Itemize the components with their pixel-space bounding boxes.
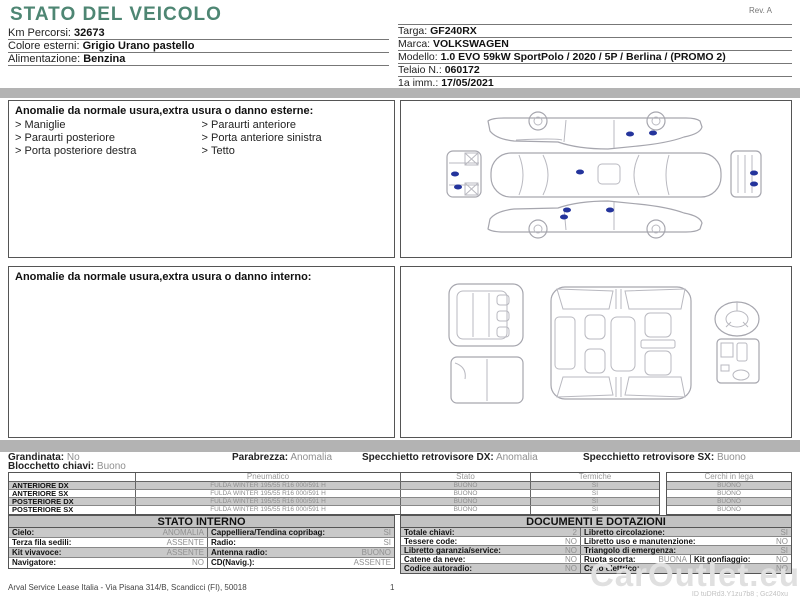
model-row: Modello: 1.0 EVO 59kW SportPolo / 2020 /… [398, 51, 792, 64]
alloy-wheel-row: BUONO [667, 490, 791, 498]
table-row: Cielo:ANOMALIA Cappelliera/Tendina copri… [9, 528, 394, 538]
watermark-id-text: ID tuDRd3.Y1zu7b8 ; Gc240xu [692, 591, 788, 598]
rear-seat-back-view [449, 284, 523, 346]
alloy-wheels-table: Cerchi in lega BUONO BUONO BUONO BUONO [666, 472, 792, 515]
documents-equipment-title: DOCUMENTI E DOTAZIONI [401, 516, 791, 528]
anomaly-item: > Maniglie [15, 119, 202, 132]
alloy-wheel-row: BUONO [667, 506, 791, 514]
interior-state-table: STATO INTERNO Cielo:ANOMALIA Cappelliera… [8, 515, 395, 569]
km-row: Km Percorsi: 32673 [8, 27, 389, 40]
car-side-view-bottom [488, 201, 702, 238]
table-row: Totale chiavi:2 Libretto circolazione:SI [401, 528, 791, 537]
table-row: Libretto garanzia/service:NO Triangolo d… [401, 546, 791, 555]
tire-row: ANTERIORE DX FULDA WINTER 195/55 R16 000… [9, 482, 659, 490]
interior-car-diagram [401, 267, 791, 437]
chassis-row: Telaio N.: 060172 [398, 64, 792, 77]
dashboard-view [715, 302, 759, 383]
tire-table-header: Pneumatico Stato Termiche [9, 473, 659, 482]
interior-diagram-box [400, 266, 792, 438]
table-row: Kit vivavoce:ASSENTE Antenna radio:BUONO [9, 548, 394, 558]
brand-row: Marca: VOLKSWAGEN [398, 38, 792, 51]
plate-row: Targa: GF240RX [398, 25, 792, 38]
footer-company-address: Arval Service Lease Italia - Via Pisana … [8, 583, 247, 592]
footer-page-number: 1 [390, 583, 394, 592]
page-title: STATO DEL VEICOLO [10, 4, 222, 26]
caroutlet-watermark: CarOutlet.eu [590, 556, 800, 594]
anomaly-item: > Porta posteriore destra [15, 145, 202, 158]
car-side-view-top [488, 112, 702, 149]
color-row: Colore esterni: Grigio Urano pastello [8, 40, 389, 53]
tire-table: Pneumatico Stato Termiche ANTERIORE DX F… [8, 472, 660, 515]
exterior-anomalies-box: Anomalie da normale usura,extra usura o … [8, 100, 395, 258]
damage-markers-exterior [451, 131, 758, 220]
interior-anomalies-box: Anomalie da normale usura,extra usura o … [8, 266, 395, 438]
trunk-view [451, 357, 523, 403]
tire-row: ANTERIORE SX FULDA WINTER 195/55 R16 000… [9, 490, 659, 498]
revision-label: Rev. A [749, 6, 772, 15]
interior-state-title: STATO INTERNO [9, 516, 394, 528]
mirror-dx-status: Specchietto retrovisore DX: Anomalia [362, 452, 538, 463]
windshield-status: Parabrezza: Anomalia [232, 452, 332, 463]
key-lock-status: Blocchetto chiavi: Buono [8, 461, 126, 472]
separator-band-top [0, 88, 800, 98]
table-row: Terza fila sedili:ASSENTE Radio:SI [9, 538, 394, 548]
anomaly-item: > Paraurti anteriore [202, 119, 389, 132]
table-row: Navigatore:NO CD(Navig.):ASSENTE [9, 558, 394, 568]
exterior-car-diagram [401, 101, 791, 257]
vehicle-summary-right: Targa: GF240RX Marca: VOLKSWAGEN Modello… [398, 24, 792, 90]
vehicle-summary-left: Km Percorsi: 32673 Colore esterni: Grigi… [8, 27, 389, 66]
alloy-wheels-header: Cerchi in lega [667, 473, 791, 482]
exterior-anomalies-list: > Maniglie > Paraurti posteriore > Porta… [9, 119, 394, 158]
anomaly-item: > Tetto [202, 145, 389, 158]
anomaly-item: > Paraurti posteriore [15, 132, 202, 145]
alloy-wheel-row: BUONO [667, 498, 791, 506]
tire-row: POSTERIORE SX FULDA WINTER 195/55 R16 00… [9, 506, 659, 514]
anomaly-item: > Porta anteriore sinistra [202, 132, 389, 145]
cabin-plan-view [551, 287, 691, 399]
separator-band-bottom [0, 440, 800, 452]
exterior-anomalies-title: Anomalie da normale usura,extra usura o … [9, 101, 394, 119]
vehicle-status-report-page: STATO DEL VEICOLO Rev. A Km Percorsi: 32… [0, 0, 800, 600]
exterior-diagram-box [400, 100, 792, 258]
tire-row: POSTERIORE DX FULDA WINTER 195/55 R16 00… [9, 498, 659, 506]
mirror-sx-status: Specchietto retrovisore SX: Buono [583, 452, 746, 463]
interior-anomalies-title: Anomalie da normale usura,extra usura o … [9, 267, 394, 285]
alloy-wheel-row: BUONO [667, 482, 791, 490]
fuel-row: Alimentazione: Benzina [8, 53, 389, 66]
car-plan-view [491, 153, 721, 197]
table-row: Tessere code:NO Libretto uso e manutenzi… [401, 537, 791, 546]
